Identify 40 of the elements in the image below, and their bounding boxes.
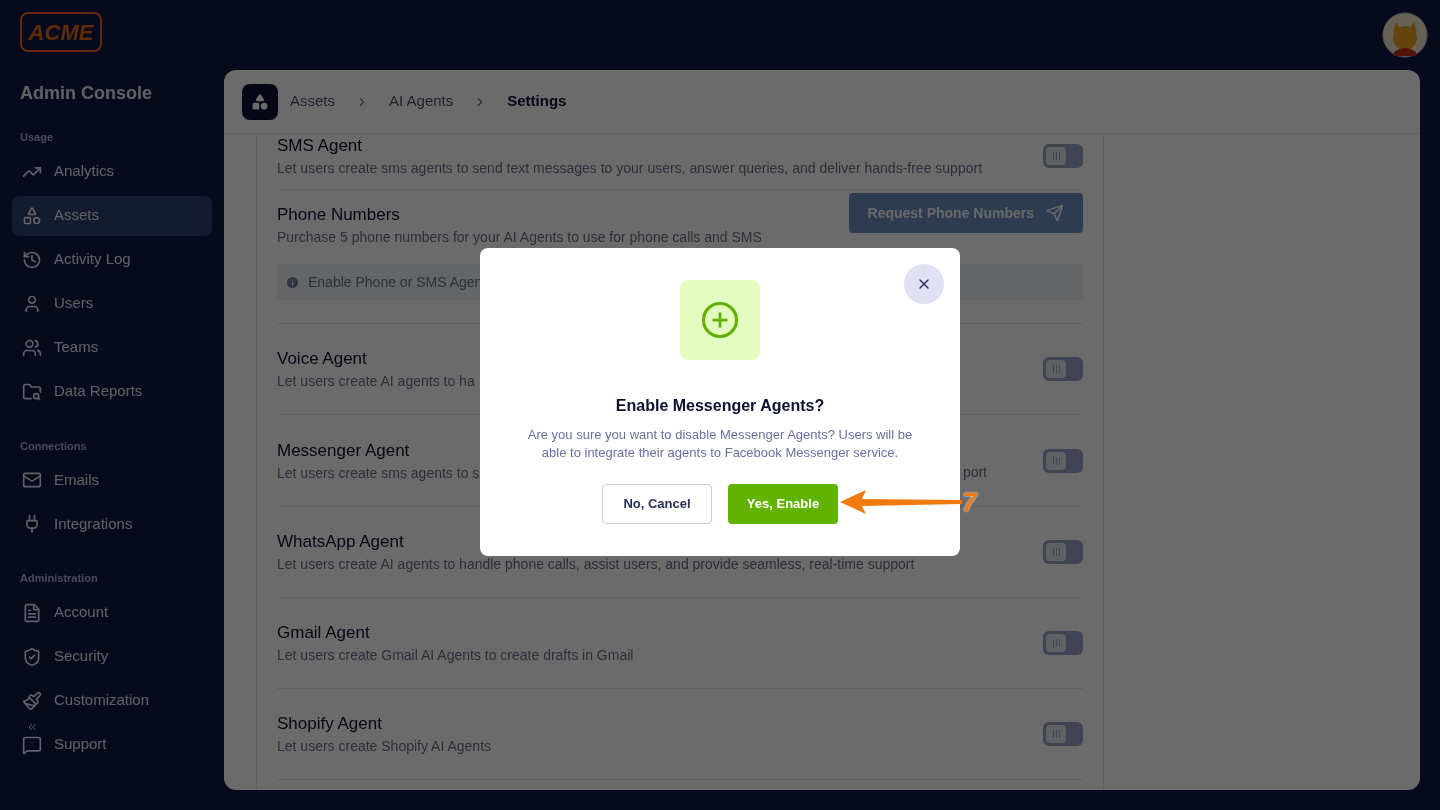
console-title: Admin Console [20,82,153,105]
sidebar-item[interactable]: Security [12,636,212,677]
step-number: 7 [962,489,977,515]
setting-description: Purchase 5 phone numbers for your AI Agents to use for phone calls and SMS [277,228,762,247]
cancel-button[interactable]: No, Cancel [602,484,712,524]
sidebar-item[interactable]: Customization [12,680,212,721]
sidebar-item[interactable]: Support [12,724,212,765]
section-heading: Connections [20,438,88,454]
sidebar-item[interactable]: Analytics [12,151,212,192]
sidebar-item[interactable]: Account [12,592,212,633]
sidebar-item[interactable]: Users [12,283,212,324]
dialog-message: Are you sure you want to disable Messenger Agents? Users will be able to integrate their agents to Facebook Messenger service. [526,426,914,462]
setting-description: Let users create sms agents to s [277,463,480,483]
sidebar-item[interactable]: Integrations [12,504,212,544]
dialog-title: Enable Messenger Agents? [615,396,825,416]
setting-description: Let users create AI agents to handle phone calls, assist users, and provide seamless, real-time support [277,555,915,574]
setting-title: Shopify Agent [277,713,383,735]
setting-description: Let users create Shopify AI Agents [277,737,492,756]
breadcrumb-link[interactable]: AI Agents [389,90,454,113]
acme-logo: ACME [20,12,102,52]
setting-description: Let users create sms agents to send text messages to your users, answer queries, and deliver hands-free support [277,159,983,178]
enable-button[interactable]: Yes, Enable [728,484,838,524]
setting-title: Voice Agent [277,348,368,370]
section-heading: Usage [20,130,55,145]
setting-title: Messenger Agent [277,439,411,462]
setting-description: Let users create Gmail AI Agents to create drafts in Gmail [277,646,634,665]
sidebar-item[interactable]: Data Reports [12,371,212,412]
setting-title: Gmail Agent [277,622,371,644]
setting-title: WhatsApp Agent [277,531,405,553]
section-heading: Administration [20,571,99,586]
sidebar-item[interactable]: Activity Log [12,239,212,280]
setting-description: Let users create AI agents to ha [277,372,475,391]
setting-title: Phone Numbers [277,204,401,226]
breadcrumb-link[interactable]: Settings [507,90,567,113]
sidebar-item[interactable]: Teams [12,327,212,368]
setting-description: port [962,463,987,482]
sidebar-item[interactable]: Emails [12,460,212,500]
sidebar-item[interactable]: Assets [12,195,212,236]
breadcrumb-link[interactable]: Assets [290,90,335,113]
setting-title: SMS Agent [277,135,364,157]
